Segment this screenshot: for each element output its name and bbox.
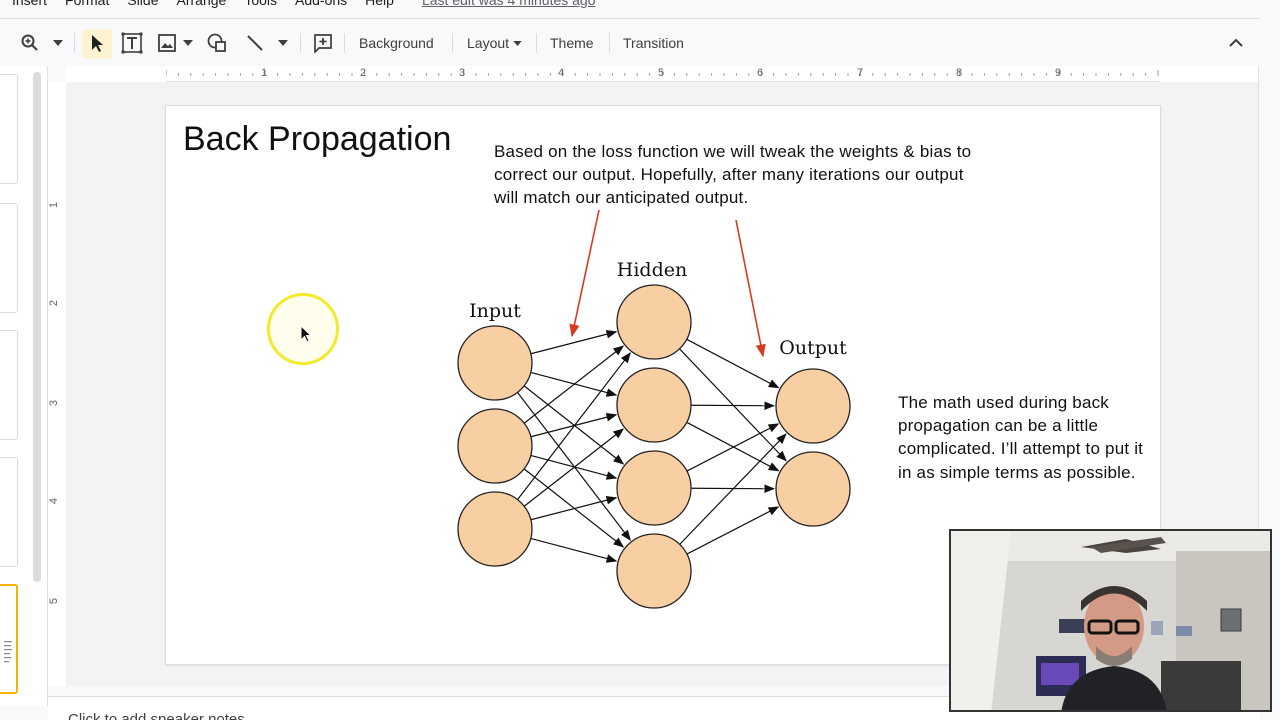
text-box-icon[interactable] [120, 31, 144, 55]
network-edge [523, 345, 625, 424]
network-edge [523, 428, 625, 507]
select-cursor-icon[interactable] [85, 31, 109, 55]
speaker-notes-placeholder: Click to add speaker notes [68, 711, 245, 720]
hidden-node [616, 533, 692, 609]
red-arrow-right [735, 219, 766, 358]
slide-thumbnail-active[interactable] [0, 584, 18, 694]
ruler-number: 9 [1055, 67, 1062, 79]
toolbar-divider [452, 33, 453, 53]
network-edge [690, 401, 776, 411]
toolbar-divider [74, 33, 75, 53]
layout-button[interactable]: Layout [467, 31, 522, 55]
layout-dropdown-icon [513, 40, 522, 46]
ruler-number: 5 [48, 597, 61, 605]
slide-filmstrip [0, 66, 48, 706]
output-node [775, 368, 851, 444]
network-edge [530, 495, 618, 521]
network-edge [686, 506, 780, 555]
menu-add-ons[interactable]: Add-ons [295, 0, 347, 8]
menu-bar: Insert Format Slide Arrange Tools Add-on… [0, 0, 1280, 8]
menu-tools[interactable]: Tools [244, 0, 277, 8]
slide-thumbnail[interactable] [0, 330, 18, 440]
network-edge [530, 454, 618, 480]
collapse-toolbar-icon[interactable] [1224, 31, 1248, 55]
network-edge [530, 371, 618, 397]
webcam-overlay [949, 529, 1272, 712]
layout-label: Layout [467, 35, 510, 51]
hidden-node [616, 284, 692, 360]
theme-button[interactable]: Theme [550, 31, 594, 55]
ruler-number: 1 [48, 201, 61, 209]
image-icon[interactable] [155, 31, 179, 55]
slides-editor: Insert Format Slide Arrange Tools Add-on… [0, 0, 1280, 720]
input-node [457, 325, 533, 401]
slide-thumbnail[interactable] [0, 457, 18, 567]
red-arrow-left [569, 209, 600, 338]
slide-thumbnail[interactable] [0, 74, 18, 184]
add-comment-icon[interactable] [311, 31, 335, 55]
ruler-number: 2 [48, 299, 61, 307]
ruler-number: 2 [360, 67, 367, 79]
hidden-node [616, 450, 692, 526]
ruler-number: 8 [956, 67, 963, 79]
menu-arrange[interactable]: Arrange [177, 0, 227, 8]
hidden-node [616, 367, 692, 443]
menu-help[interactable]: Help [365, 0, 394, 8]
background-button[interactable]: Background [359, 31, 434, 55]
input-node [457, 491, 533, 567]
line-dropdown-icon[interactable] [276, 31, 290, 55]
horizontal-ruler: 1 2 3 4 5 6 7 8 9 [66, 66, 1258, 82]
output-node [775, 451, 851, 527]
input-node [457, 408, 533, 484]
network-edge [686, 338, 780, 389]
toolbar-divider [300, 33, 301, 53]
vertical-ruler: 1 2 3 4 5 [48, 82, 66, 686]
hidden-layer-label: Hidden [617, 259, 687, 281]
toolbar-divider [536, 33, 537, 53]
network-edges [516, 329, 787, 563]
line-icon[interactable] [243, 31, 267, 55]
menu-slide[interactable]: Slide [127, 0, 158, 8]
image-dropdown-icon[interactable] [181, 31, 195, 55]
menu-format[interactable]: Format [65, 0, 109, 8]
mouse-cursor-icon [300, 325, 313, 343]
ruler-track: 1 2 3 4 5 6 7 8 9 [166, 66, 1160, 82]
output-layer-label: Output [779, 337, 847, 359]
ruler-number: 6 [757, 67, 764, 79]
network-edge [530, 329, 618, 355]
toolbar: Background Layout Theme Transition [0, 18, 1260, 64]
input-layer-label: Input [469, 300, 521, 322]
toolbar-divider [609, 33, 610, 53]
ruler-number: 4 [558, 67, 565, 79]
network-edge [530, 537, 618, 563]
ruler-number: 5 [658, 67, 665, 79]
shape-icon[interactable] [205, 31, 229, 55]
last-edit-link[interactable]: Last edit was 4 minutes ago [422, 0, 596, 8]
network-edge [523, 385, 625, 465]
transition-button[interactable]: Transition [623, 31, 684, 55]
zoom-dropdown-icon[interactable] [51, 31, 65, 55]
ruler-number: 3 [48, 399, 61, 407]
filmstrip-scrollbar[interactable] [33, 72, 41, 582]
network-nodes [457, 284, 851, 609]
ruler-number: 1 [261, 67, 268, 79]
ruler-number: 3 [459, 67, 466, 79]
ruler-number: 4 [48, 497, 61, 505]
toolbar-divider [344, 33, 345, 53]
ruler-number: 7 [857, 67, 864, 79]
menu-insert[interactable]: Insert [12, 0, 47, 8]
zoom-icon[interactable] [18, 31, 42, 55]
network-edge [523, 468, 625, 548]
slide-thumbnail[interactable] [0, 203, 18, 313]
